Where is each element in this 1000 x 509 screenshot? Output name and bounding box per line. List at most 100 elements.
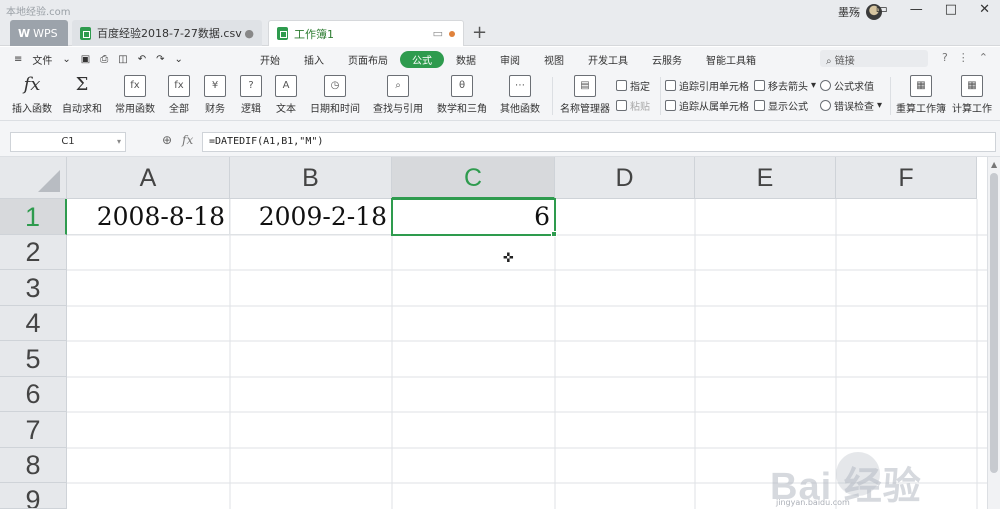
math-functions-button[interactable]: θ 数学和三角 bbox=[437, 75, 487, 115]
close-window-icon[interactable]: ✕ bbox=[979, 2, 990, 17]
menu-insert[interactable]: 插入 bbox=[292, 51, 336, 68]
column-header-d[interactable]: D bbox=[555, 157, 695, 199]
column-header-c[interactable]: C bbox=[392, 157, 555, 199]
row-header-2[interactable]: 2 bbox=[0, 235, 67, 270]
help-icon[interactable]: ? bbox=[942, 51, 948, 64]
fx-icon[interactable]: fx bbox=[182, 133, 193, 147]
cell-b1[interactable]: 2009-2-18 bbox=[230, 199, 392, 235]
trace-precedents-button[interactable]: 追踪引用单元格 bbox=[665, 78, 749, 93]
name-box[interactable]: C1 ▾ bbox=[10, 132, 126, 152]
menu-toolbox[interactable]: 智能工具箱 bbox=[694, 51, 768, 68]
row-header-7[interactable]: 7 bbox=[0, 412, 67, 448]
cell-reference: C1 bbox=[61, 136, 75, 147]
menu-cloud[interactable]: 云服务 bbox=[640, 51, 694, 68]
error-check-button[interactable]: 错误检查 ▾ bbox=[820, 98, 882, 113]
collapse-icon[interactable]: ⌃ bbox=[979, 51, 988, 64]
dropdown-icon[interactable]: ⌄ bbox=[62, 54, 70, 65]
finance-functions-button[interactable]: ¥ 财务 bbox=[204, 75, 226, 115]
new-tab-button[interactable]: + bbox=[472, 22, 487, 43]
tab-csv-file[interactable]: 百度经验2018-7-27数据.csv ● bbox=[72, 20, 262, 46]
tab-workbook1[interactable]: 工作簿1 ▭ bbox=[268, 20, 464, 46]
all-function-icon: fx bbox=[168, 75, 190, 97]
row-header-8[interactable]: 8 bbox=[0, 448, 67, 483]
specify-icon bbox=[616, 80, 627, 91]
other-functions-button[interactable]: ⋯ 其他函数 bbox=[500, 75, 540, 115]
monitor-icon[interactable]: ▭ bbox=[433, 27, 443, 40]
close-icon[interactable]: ● bbox=[244, 27, 254, 40]
button-label: 日期和时间 bbox=[310, 104, 360, 115]
cell-a1[interactable]: 2008-8-18 bbox=[67, 199, 230, 235]
zoom-icon[interactable]: ⊕ bbox=[162, 133, 172, 147]
save-icon[interactable]: ▣ bbox=[81, 54, 90, 65]
menu-home[interactable]: 开始 bbox=[248, 51, 292, 68]
paste-name-button[interactable]: 粘贴 bbox=[616, 98, 650, 113]
menu-page-layout[interactable]: 页面布局 bbox=[336, 51, 400, 68]
trace-arrow-icon bbox=[665, 100, 676, 111]
row-header-4[interactable]: 4 bbox=[0, 306, 67, 341]
scroll-up-icon[interactable]: ▲ bbox=[991, 160, 997, 169]
hamburger-icon[interactable]: ≡ bbox=[14, 54, 22, 65]
common-functions-button[interactable]: fx 常用函数 bbox=[115, 75, 155, 115]
insert-function-button[interactable]: fx 插入函数 bbox=[12, 75, 52, 116]
scrollbar-thumb[interactable] bbox=[990, 173, 998, 473]
column-header-a[interactable]: A bbox=[67, 157, 230, 199]
menu-data[interactable]: 数据 bbox=[444, 51, 488, 68]
undo-icon[interactable]: ↶ bbox=[138, 54, 146, 65]
vertical-scrollbar[interactable]: ▲ bbox=[987, 157, 1000, 509]
logic-functions-button[interactable]: ? 逻辑 bbox=[240, 75, 262, 115]
all-functions-button[interactable]: fx 全部 bbox=[168, 75, 190, 115]
button-label: 显示公式 bbox=[768, 102, 808, 113]
tab-wps-home[interactable]: W WPS bbox=[10, 20, 68, 46]
trace-dependents-button[interactable]: 追踪从属单元格 bbox=[665, 98, 749, 113]
search-input[interactable]: ⌕ 链接 bbox=[820, 50, 928, 67]
column-header-b[interactable]: B bbox=[230, 157, 392, 199]
search-icon: ⌕ bbox=[826, 56, 835, 67]
other-function-icon: ⋯ bbox=[509, 75, 531, 97]
lookup-functions-button[interactable]: ⌕ 查找与引用 bbox=[373, 75, 423, 115]
watermark-url: jingyan.baidu.com bbox=[776, 498, 850, 507]
button-label: 其他函数 bbox=[500, 104, 540, 115]
remove-arrow-icon bbox=[754, 80, 765, 91]
specify-button[interactable]: 指定 bbox=[616, 78, 650, 93]
menu-review[interactable]: 审阅 bbox=[488, 51, 532, 68]
datetime-functions-button[interactable]: ◷ 日期和时间 bbox=[310, 75, 360, 115]
row-header-5[interactable]: 5 bbox=[0, 341, 67, 377]
redo-icon[interactable]: ↷ bbox=[156, 54, 164, 65]
select-all-button[interactable] bbox=[0, 157, 67, 199]
button-label: 名称管理器 bbox=[560, 104, 610, 115]
show-formula-icon bbox=[754, 100, 765, 111]
minimize-icon[interactable]: — bbox=[910, 2, 923, 17]
print-icon[interactable]: ⎙ bbox=[100, 54, 108, 65]
chevron-down-icon[interactable]: ▾ bbox=[117, 133, 121, 151]
recalc-workbook-button[interactable]: ▦ 重算工作簿 bbox=[896, 75, 946, 115]
row-header-1[interactable]: 1 bbox=[0, 199, 67, 235]
recalc-icon: ▦ bbox=[910, 75, 932, 97]
fill-handle[interactable] bbox=[551, 231, 557, 237]
file-menu[interactable]: 文件 bbox=[32, 52, 52, 67]
calc-sheet-button[interactable]: ▦ 计算工作 bbox=[952, 75, 992, 115]
more-icon[interactable]: ⋮ bbox=[958, 51, 969, 64]
name-manager-button[interactable]: ▤ 名称管理器 bbox=[560, 75, 610, 115]
menu-developer[interactable]: 开发工具 bbox=[576, 51, 640, 68]
preview-icon[interactable]: ◫ bbox=[118, 54, 127, 65]
autosum-button[interactable]: Σ 自动求和 bbox=[62, 75, 102, 116]
menu-view[interactable]: 视图 bbox=[532, 51, 576, 68]
show-formula-button[interactable]: 显示公式 bbox=[754, 98, 808, 113]
window-mode-icon[interactable]: ▭ bbox=[876, 2, 888, 17]
text-functions-button[interactable]: A 文本 bbox=[275, 75, 297, 115]
remove-arrows-button[interactable]: 移去箭头 ▾ bbox=[754, 78, 816, 93]
row-header-9[interactable]: 9 bbox=[0, 483, 67, 509]
customize-icon[interactable]: ⌄ bbox=[174, 54, 182, 65]
evaluate-formula-button[interactable]: 公式求值 bbox=[820, 78, 874, 93]
maximize-icon[interactable]: □ bbox=[945, 2, 957, 17]
row-header-6[interactable]: 6 bbox=[0, 377, 67, 412]
math-icon: θ bbox=[451, 75, 473, 97]
button-label: 粘贴 bbox=[630, 102, 650, 113]
cell-c1[interactable]: 6 bbox=[391, 198, 556, 236]
menu-formula[interactable]: 公式 bbox=[400, 51, 444, 68]
column-header-e[interactable]: E bbox=[695, 157, 836, 199]
row-header-3[interactable]: 3 bbox=[0, 270, 67, 306]
column-header-f[interactable]: F bbox=[836, 157, 977, 199]
button-label: 查找与引用 bbox=[373, 104, 423, 115]
formula-input[interactable]: =DATEDIF(A1,B1,"M") bbox=[202, 132, 996, 152]
